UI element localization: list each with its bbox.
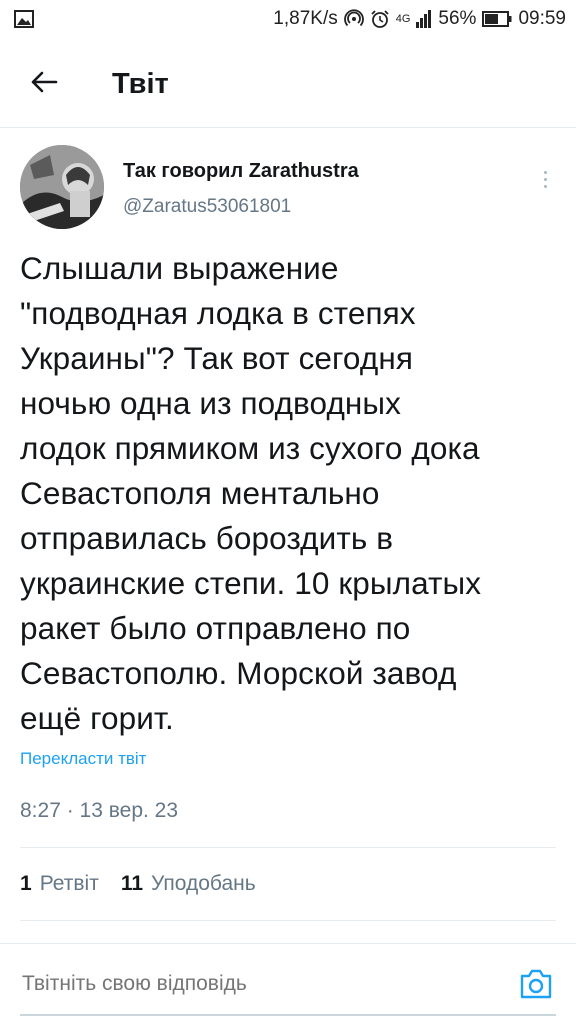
likes-stat[interactable]: 11 Уподобань [121,872,256,896]
author-names: Так говорил Zarathustra @Zaratus53061801 [123,160,530,218]
more-options-button[interactable] [530,159,560,199]
battery-icon [482,11,512,27]
tweet-stats: 1 Ретвіт 11 Уподобань [20,869,278,899]
reply-underline [20,1014,556,1016]
network-type: 4G [395,13,411,25]
camera-button[interactable] [518,966,554,1002]
back-button[interactable] [16,56,72,112]
more-dot [543,184,547,188]
image-icon [14,10,34,28]
more-dot [543,170,547,174]
more-dot [543,177,547,181]
avatar[interactable] [20,145,104,229]
retweets-count: 1 [20,872,32,895]
author-handle[interactable]: @Zaratus53061801 [123,196,530,218]
status-right: 1,87K/s 4G 56% 09:59 [273,8,566,30]
divider [20,847,556,848]
tweet-author: Так говорил Zarathustra @Zaratus53061801 [20,145,560,235]
status-left [14,10,34,28]
alarm-icon [370,9,390,29]
tweet-text: Слышали выражение "подводная лодка в сте… [20,250,482,736]
reply-input[interactable] [22,972,462,996]
network-speed: 1,87K/s [273,8,338,29]
tweet-timestamp: 8:27 · 13 вер. 23 [20,799,179,822]
status-bar: 1,87K/s 4G 56% 09:59 [0,0,576,38]
header-divider [0,127,576,128]
author-display-name[interactable]: Так говорил Zarathustra [123,160,530,183]
translate-tweet-link[interactable]: Перекласти твіт [20,749,146,769]
likes-count: 11 [120,872,144,895]
camera-icon [518,969,554,1006]
likes-label: Уподобань [151,872,256,895]
signal-icon [416,10,432,28]
hotspot-icon [343,9,364,29]
page-title: Твіт [112,67,169,100]
retweets-stat[interactable]: 1 Ретвіт [20,872,99,896]
retweets-label: Ретвіт [39,872,99,895]
battery-percent: 56% [438,8,477,29]
app-header: Твіт [0,48,576,120]
status-time: 09:59 [518,8,566,29]
arrow-left-icon [30,70,58,99]
reply-bar [0,943,576,1024]
divider [20,920,556,921]
